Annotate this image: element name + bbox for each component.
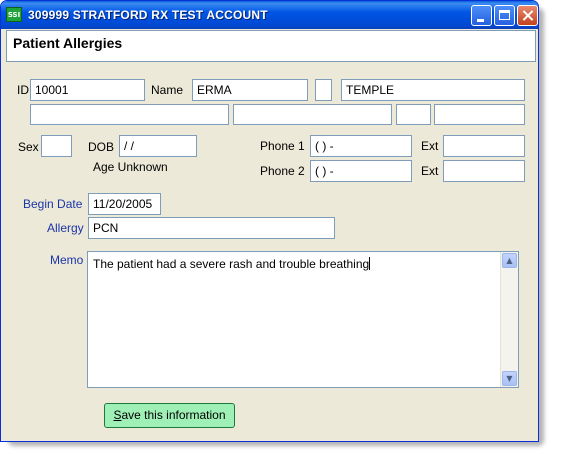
allergy-label: Allergy — [47, 221, 84, 235]
phone1-field[interactable]: ( ) - — [310, 135, 412, 157]
ext2-label: Ext — [421, 164, 439, 178]
memo-text-content: The patient had a severe rash and troubl… — [93, 257, 371, 271]
text-caret — [369, 257, 371, 270]
page-title: Patient Allergies — [13, 35, 123, 51]
city-field[interactable] — [233, 104, 392, 125]
memo-text: The patient had a severe rash and troubl… — [93, 257, 370, 271]
sex-field[interactable] — [41, 135, 72, 157]
last-name-field[interactable]: TEMPLE — [341, 79, 525, 101]
app-window: SSI 309999 STRATFORD RX TEST ACCOUNT Pat… — [0, 0, 539, 442]
name-label: Name — [151, 83, 184, 97]
save-button[interactable]: Save this information — [104, 403, 235, 428]
memo-label: Memo — [50, 253, 84, 267]
dob-label: DOB — [88, 140, 115, 154]
age-text: Age Unknown — [93, 160, 168, 174]
phone1-label: Phone 1 — [260, 139, 305, 153]
form-client-area: Patient Allergies ID 10001 Name ERMA TEM… — [4, 29, 536, 439]
first-name-field[interactable]: ERMA — [192, 79, 308, 101]
scroll-down-icon[interactable]: ▼ — [502, 371, 517, 386]
minimize-button[interactable] — [471, 5, 492, 26]
sex-label: Sex — [18, 140, 39, 154]
address-field[interactable] — [30, 104, 229, 125]
dob-field[interactable]: / / — [119, 135, 197, 157]
state-field[interactable] — [396, 104, 431, 125]
window-title: 309999 STRATFORD RX TEST ACCOUNT — [28, 8, 268, 22]
save-label: ave this information — [121, 408, 226, 422]
begin-date-label: Begin Date — [23, 197, 83, 211]
ext2-field[interactable] — [443, 160, 525, 182]
ext1-field[interactable] — [443, 135, 525, 157]
memo-textarea[interactable]: The patient had a severe rash and troubl… — [87, 251, 519, 388]
allergy-field[interactable]: PCN — [88, 217, 335, 239]
ext1-label: Ext — [421, 139, 439, 153]
middle-initial-field[interactable] — [315, 79, 332, 101]
close-button[interactable] — [517, 5, 538, 26]
zip-field[interactable] — [434, 104, 525, 125]
scroll-up-icon[interactable]: ▲ — [502, 253, 517, 268]
phone2-field[interactable]: ( ) - — [310, 160, 412, 182]
app-icon: SSI — [6, 7, 22, 22]
id-label: ID — [17, 83, 29, 97]
id-field[interactable]: 10001 — [30, 79, 145, 101]
maximize-button[interactable] — [494, 5, 515, 26]
title-bar[interactable]: SSI 309999 STRATFORD RX TEST ACCOUNT — [1, 1, 538, 29]
begin-date-field[interactable]: 11/20/2005 — [88, 193, 161, 215]
phone2-label: Phone 2 — [260, 164, 305, 178]
heading-box: Patient Allergies — [6, 30, 536, 62]
memo-scrollbar[interactable]: ▲ ▼ — [500, 252, 518, 387]
